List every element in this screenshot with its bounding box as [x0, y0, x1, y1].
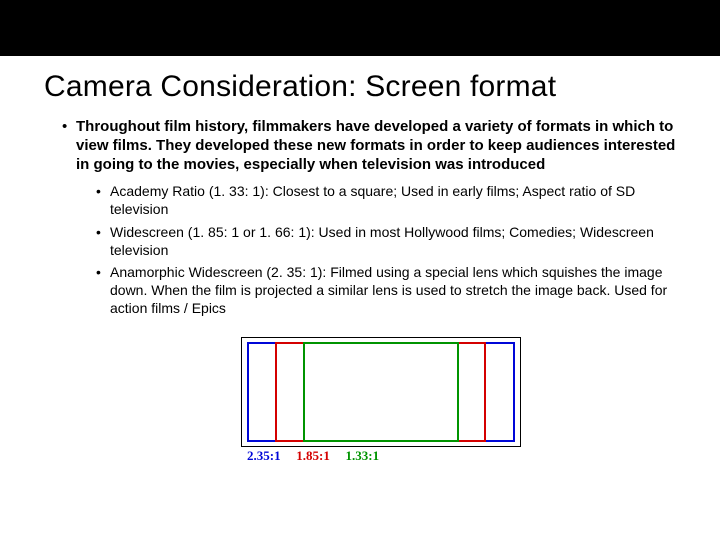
top-black-bar: [0, 0, 720, 56]
ratio-label-235: 2.35:1: [247, 448, 293, 464]
sub-list: Academy Ratio (1. 33: 1): Closest to a s…: [76, 182, 676, 317]
bullet-widescreen: Widescreen (1. 85: 1 or 1. 66: 1): Used …: [96, 223, 676, 259]
bullet-anamorphic: Anamorphic Widescreen (2. 35: 1): Filmed…: [96, 263, 676, 318]
content-list: Throughout film history, filmmakers have…: [44, 118, 676, 318]
slide: Camera Consideration: Screen format Thro…: [0, 0, 720, 540]
slide-title: Camera Consideration: Screen format: [44, 70, 676, 104]
ratio-label-row: 2.35:1 1.85:1 1.33:1: [247, 448, 379, 464]
aspect-diagram-wrap: 2.35:1 1.85:1 1.33:1: [44, 332, 676, 466]
ratio-box-133: [303, 342, 459, 442]
intro-text: Throughout film history, filmmakers have…: [76, 118, 675, 173]
bullet-academy: Academy Ratio (1. 33: 1): Closest to a s…: [96, 182, 676, 218]
aspect-ratio-diagram: 2.35:1 1.85:1 1.33:1: [195, 332, 525, 466]
ratio-label-133: 1.33:1: [346, 448, 380, 464]
intro-bullet: Throughout film history, filmmakers have…: [62, 118, 676, 318]
ratio-label-185: 1.85:1: [296, 448, 342, 464]
